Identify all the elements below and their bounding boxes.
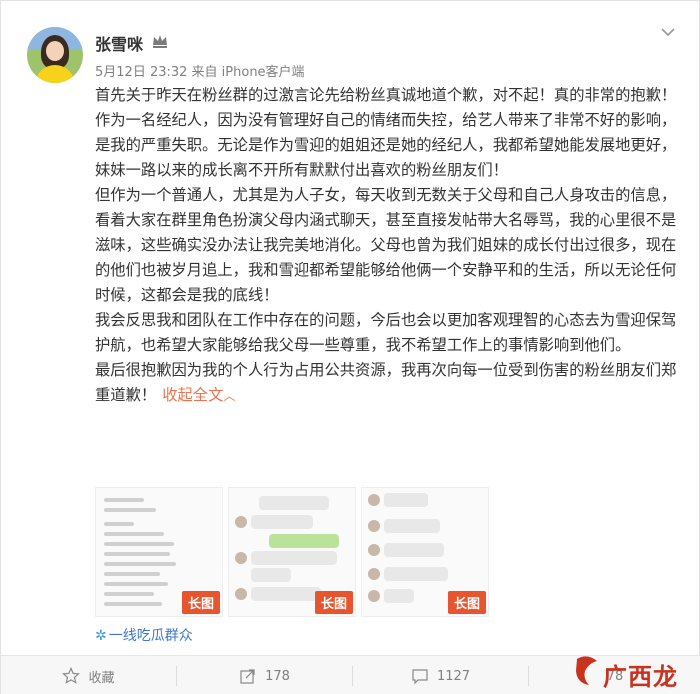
comment-icon <box>412 669 428 685</box>
post-body: 首先关于昨天在粉丝群的过激言论先给粉丝真诚地道个歉，对不起！真的非常的抱歉！作为… <box>95 83 685 409</box>
collapse-arrow-icon[interactable]: ︿ <box>223 389 235 403</box>
image-gallery: 长图 长图 长图 <box>95 487 489 617</box>
watermark-text: 广西龙网 <box>603 662 678 691</box>
post-paragraph-4: 最后很抱歉因为我的个人行为占用公共资源，我再次向每一位受到伤害的粉丝朋友们郑重道… <box>95 358 685 409</box>
star-icon <box>62 667 81 684</box>
post-paragraph-2: 但作为一个普通人，尤其是为人子女，每天收到无数关于父母和自己人身攻击的信息，看着… <box>95 186 677 304</box>
long-image-tag: 长图 <box>181 591 220 614</box>
long-image-tag: 长图 <box>314 591 353 614</box>
share-icon <box>240 669 255 684</box>
long-image-tag: 长图 <box>447 591 486 614</box>
repost-count: 178 <box>265 668 290 684</box>
collapse-fulltext-link[interactable]: 收起全文 <box>162 386 223 404</box>
comment-count: 1127 <box>436 668 471 684</box>
post-paragraph-3: 我会反思我和团队在工作中存在的问题，今后也会以更加客观理智的心态去为雪迎保驾护航… <box>95 311 677 354</box>
snowflake-icon: ✲ <box>95 628 107 644</box>
post-meta: 5月12日 23:32 来自 iPhone客户端 <box>95 65 305 80</box>
site-watermark: 广西龙网 <box>571 651 700 694</box>
chat-screenshot-2[interactable]: 长图 <box>228 487 356 617</box>
group-link[interactable]: ✲ 一线吃瓜群众 <box>95 625 193 645</box>
favorite-button[interactable]: 收藏 <box>1 656 176 694</box>
weibo-post-card: 张雪咪 5月12日 23:32 来自 iPhone客户端 首先关于昨天在粉丝群的… <box>0 0 700 694</box>
chevron-down-icon[interactable] <box>661 27 675 37</box>
comment-button[interactable]: 1127 <box>353 656 528 694</box>
watermark-logo-icon <box>576 656 597 685</box>
group-link-label[interactable]: 一线吃瓜群众 <box>109 628 193 644</box>
avatar[interactable] <box>27 27 83 83</box>
chat-screenshot-1[interactable]: 长图 <box>95 487 223 617</box>
username[interactable]: 张雪咪 <box>95 31 143 55</box>
chat-screenshot-3[interactable]: 长图 <box>361 487 489 617</box>
crown-icon <box>153 35 167 48</box>
post-paragraph-1: 首先关于昨天在粉丝群的过激言论先给粉丝真诚地道个歉，对不起！真的非常的抱歉！作为… <box>95 86 677 179</box>
repost-button[interactable]: 178 <box>177 656 352 694</box>
favorite-label: 收藏 <box>88 670 115 686</box>
